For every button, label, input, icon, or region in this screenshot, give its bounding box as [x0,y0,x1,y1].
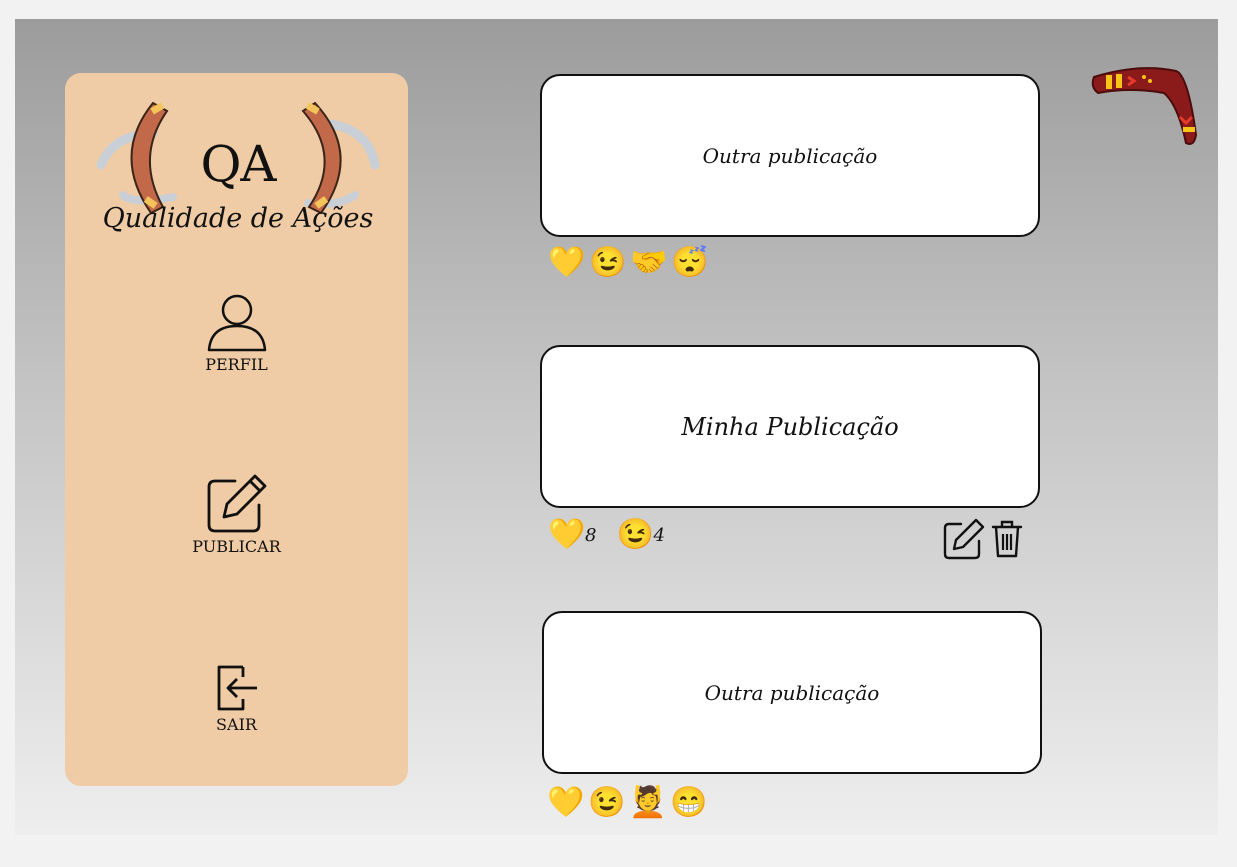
heart-reaction[interactable]: 💛 [548,245,585,281]
handshake-reaction[interactable]: 🤝 [630,245,667,281]
massage-reaction[interactable]: 💆 [629,785,666,821]
post-reactions: 💛 8 😉 4 [548,517,681,553]
nav-sair[interactable]: SAIR [65,663,408,734]
nav-sair-label: SAIR [216,715,257,734]
heart-reaction[interactable]: 💛 [547,785,584,821]
sidebar: QA Qualidade de Ações PERFIL PUBLICAR SA… [65,73,408,786]
heart-reaction[interactable]: 💛 [548,517,585,553]
post-card[interactable]: Outra publicação [542,611,1042,774]
post-reactions: 💛 😉 💆 😁 [547,785,707,821]
nav-perfil[interactable]: PERFIL [65,293,408,374]
logo-letters: QA [200,135,276,193]
logo: QA Qualidade de Ações [93,95,383,245]
grin-reaction[interactable]: 😁 [670,785,707,821]
wink-reaction[interactable]: 😉 [616,517,653,553]
post-card[interactable]: Outra publicação [540,74,1040,237]
post-actions [941,518,1023,560]
edit-square-icon [207,474,266,533]
nav-publicar[interactable]: PUBLICAR [65,473,408,556]
my-post-card[interactable]: Minha Publicação [540,345,1040,508]
user-icon [207,294,266,352]
wink-count: 4 [653,524,665,546]
nav-perfil-label: PERFIL [205,355,268,374]
app-canvas: QA Qualidade de Ações PERFIL PUBLICAR SA… [15,19,1218,835]
post-text: Outra publicação [704,680,880,705]
wink-reaction[interactable]: 😉 [588,785,625,821]
post-text: Outra publicação [702,143,878,168]
wink-reaction[interactable]: 😉 [589,245,626,281]
nav-publicar-label: PUBLICAR [192,537,281,556]
edit-icon[interactable] [941,518,985,560]
logout-icon [217,665,257,711]
heart-count: 8 [585,524,597,546]
logo-tagline: Qualidade de Ações [102,203,374,234]
boomerang-icon[interactable] [1090,65,1200,154]
post-reactions: 💛 😉 🤝 😴 [548,245,708,281]
post-text: Minha Publicação [681,412,899,441]
sleeping-reaction[interactable]: 😴 [671,245,708,281]
trash-icon[interactable] [991,519,1023,559]
